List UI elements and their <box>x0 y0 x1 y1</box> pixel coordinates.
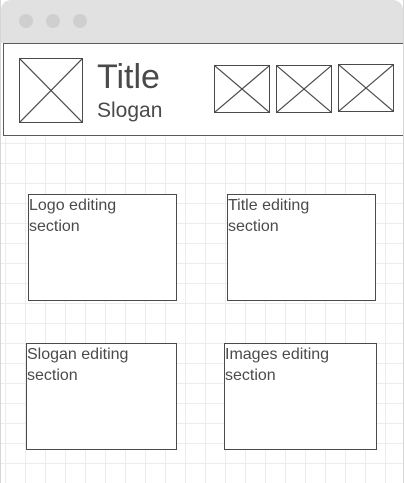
browser-window: Title Slogan Logo editing section Title … <box>0 0 404 483</box>
logo-editing-section[interactable]: Logo editing section <box>28 194 177 301</box>
header-image-placeholder-icon-2[interactable] <box>276 65 332 113</box>
site-slogan: Slogan <box>97 99 163 122</box>
slogan-editing-section[interactable]: Slogan editing section <box>26 343 177 450</box>
images-editing-label: Images editing section <box>225 346 330 384</box>
header-image-placeholder-icon-3[interactable] <box>338 64 394 112</box>
title-editing-label: Title editing section <box>228 197 310 235</box>
logo-editing-label: Logo editing section <box>29 197 117 235</box>
window-minimize-dot[interactable] <box>46 14 60 28</box>
header-image-placeholder-icon-1[interactable] <box>214 65 270 113</box>
site-title: Title <box>97 58 160 96</box>
slogan-editing-label: Slogan editing section <box>27 346 129 384</box>
window-maximize-dot[interactable] <box>73 14 87 28</box>
title-editing-section[interactable]: Title editing section <box>227 194 376 301</box>
site-header-preview: Title Slogan <box>3 43 403 136</box>
images-editing-section[interactable]: Images editing section <box>224 343 377 450</box>
logo-placeholder-icon[interactable] <box>19 58 83 123</box>
window-titlebar <box>1 0 403 43</box>
window-close-dot[interactable] <box>19 14 33 28</box>
